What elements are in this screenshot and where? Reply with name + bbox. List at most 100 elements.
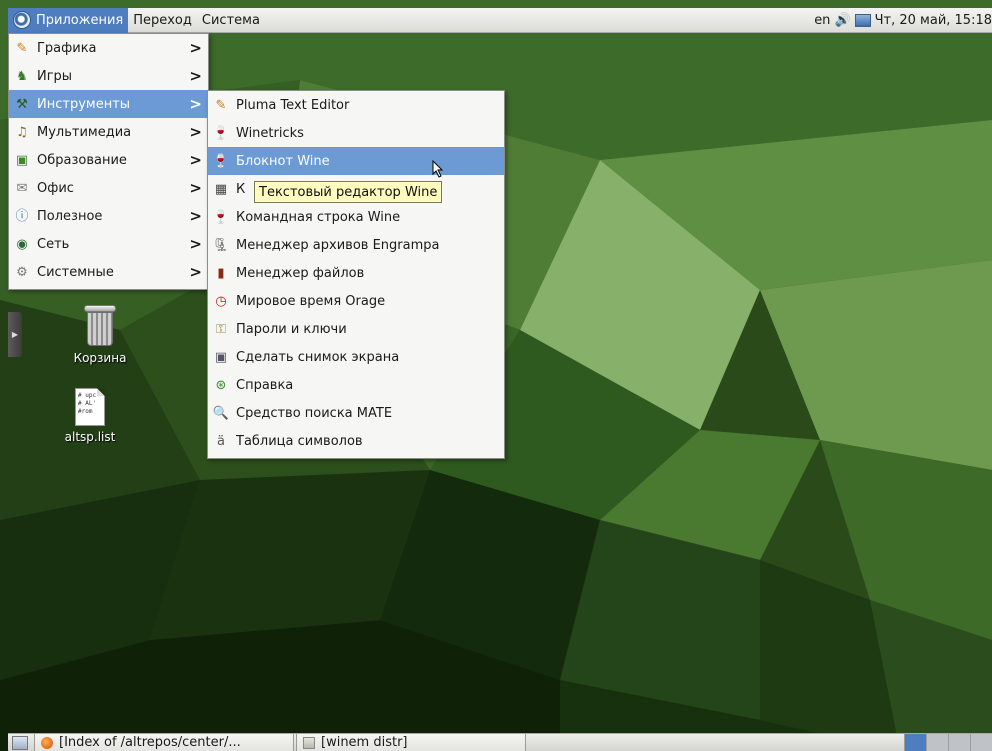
menu-item-label: Образование — [37, 152, 127, 168]
menu-item-label: Системные — [37, 264, 114, 280]
menu-item-label: Сеть — [37, 236, 70, 252]
menu-item-engrampa[interactable]: 🗜 Менеджер архивов Engrampa — [208, 231, 504, 259]
clock[interactable]: Чт, 20 май, 15:18 — [875, 13, 992, 28]
menu-item-network[interactable]: ◉ Сеть > — [9, 230, 208, 258]
applications-menu-button[interactable]: Приложения — [8, 7, 129, 33]
menu-item-office[interactable]: ✉ Офис > — [9, 174, 208, 202]
places-menu-button[interactable]: Переход — [128, 8, 197, 33]
trash-icon — [82, 305, 118, 347]
menu-item-label: Справка — [236, 377, 294, 393]
menu-item-file-manager[interactable]: ▮ Менеджер файлов — [208, 259, 504, 287]
volume-icon[interactable]: 🔊 — [834, 13, 850, 28]
system-menu-button[interactable]: Система — [197, 8, 265, 33]
submenu-arrow-icon: > — [189, 151, 202, 169]
submenu-arrow-icon: > — [189, 207, 202, 225]
taskbar-button-browser[interactable]: [Index of /altrepos/center/... — [34, 733, 294, 751]
menu-item-label: Мировое время Orage — [236, 293, 386, 309]
archive-manager-icon: 🗜 — [212, 237, 230, 253]
world-clock-icon: ◷ — [215, 293, 227, 309]
browser-icon — [41, 736, 53, 749]
menu-item-charmap[interactable]: ä Таблица символов — [208, 427, 504, 455]
side-panel-handle[interactable]: ▶ — [8, 312, 22, 357]
menu-item-label: Игры — [37, 68, 73, 84]
keyboard-layout-indicator[interactable]: en — [814, 13, 830, 28]
menu-item-label: Средство поиска MATE — [236, 405, 393, 421]
menu-item-wine-cmd[interactable]: 🍷 Командная строка Wine — [208, 203, 504, 231]
taskbar-button-label: [winem distr] — [321, 735, 408, 750]
menu-item-keys[interactable]: ⚿ Пароли и ключи — [208, 315, 504, 343]
submenu-arrow-icon: > — [189, 95, 202, 113]
menu-item-label: Менеджер файлов — [236, 265, 365, 281]
submenu-arrow-icon: > — [189, 67, 202, 85]
desktop-icon-file[interactable]: # upc # AL' #rom altsp.list — [50, 388, 130, 444]
workspace-2[interactable] — [926, 734, 948, 751]
office-icon: ✉ — [16, 180, 28, 196]
system-menu-label: Система — [201, 12, 260, 28]
menu-item-multimedia[interactable]: ♫ Мультимедиа > — [9, 118, 208, 146]
education-icon: ▣ — [15, 152, 29, 168]
menu-item-label: Таблица символов — [236, 433, 363, 449]
search-icon: 🔍 — [212, 405, 230, 421]
menu-item-tools[interactable]: ⚒ Инструменты > — [9, 90, 208, 118]
bottom-panel: [Index of /altrepos/center/... [winem di… — [8, 733, 992, 751]
network-icon: ◉ — [16, 236, 28, 252]
menu-item-label: Блокнот Wine — [236, 153, 330, 169]
menu-item-label: Командная строка Wine — [236, 209, 401, 225]
menu-item-wine-notepad[interactable]: 🍷 Блокнот Wine — [208, 147, 504, 175]
submenu-arrow-icon: > — [189, 263, 202, 281]
show-desktop-icon[interactable] — [12, 735, 28, 750]
menu-item-graphics[interactable]: ✎ Графика > — [9, 34, 208, 62]
tools-submenu: ✎ Pluma Text Editor 🍷 Winetricks 🍷 Блокн… — [207, 90, 505, 459]
menu-item-label: Инструменты — [37, 96, 131, 112]
submenu-arrow-icon: > — [189, 179, 202, 197]
menu-item-accessories[interactable]: ⓘ Полезное > — [9, 202, 208, 230]
menu-item-screenshot[interactable]: ▣ Сделать снимок экрана — [208, 343, 504, 371]
places-menu-label: Переход — [133, 12, 192, 28]
menu-item-system[interactable]: ⚙ Системные > — [9, 258, 208, 286]
menu-item-label: Pluma Text Editor — [236, 97, 350, 113]
submenu-arrow-icon: > — [189, 123, 202, 141]
panel-tray: en 🔊 Чт, 20 май, 15:18 — [814, 8, 992, 33]
folder-icon — [303, 736, 315, 749]
keys-icon: ⚿ — [216, 321, 226, 337]
file-manager-icon: ▮ — [217, 265, 225, 281]
charmap-icon: ä — [217, 433, 225, 449]
taskbar-button-folder[interactable]: [winem distr] — [296, 733, 526, 751]
accessories-icon: ⓘ — [15, 208, 29, 224]
tools-icon: ⚒ — [16, 96, 28, 112]
workspace-4[interactable] — [970, 734, 992, 751]
graphics-icon: ✎ — [16, 40, 28, 56]
menu-item-search[interactable]: 🔍 Средство поиска MATE — [208, 399, 504, 427]
desktop-icon-trash[interactable]: Корзина — [60, 305, 140, 365]
menu-item-label: Мультимедиа — [37, 124, 132, 140]
desktop-icon-label: altsp.list — [64, 430, 116, 444]
menu-item-label: Winetricks — [236, 125, 304, 141]
workspace-1[interactable] — [904, 734, 926, 751]
menu-item-help[interactable]: ⊛ Справка — [208, 371, 504, 399]
workspace-switcher — [904, 734, 992, 751]
workspace-3[interactable] — [948, 734, 970, 751]
applications-menu-label: Приложения — [36, 12, 124, 28]
menu-item-label: Пароли и ключи — [236, 321, 347, 337]
help-icon: ⊛ — [215, 377, 227, 393]
expand-arrow-icon: ▶ — [11, 330, 19, 339]
mouse-cursor-icon — [432, 160, 444, 178]
menu-item-games[interactable]: ♞ Игры > — [9, 62, 208, 90]
tooltip: Текстовый редактор Wine — [254, 181, 443, 203]
screenshot-icon: ▣ — [214, 349, 228, 365]
menu-item-education[interactable]: ▣ Образование > — [9, 146, 208, 174]
games-icon: ♞ — [16, 68, 28, 84]
top-panel: Приложения Переход Система en 🔊 Чт, 20 м… — [8, 7, 992, 33]
menu-item-orage[interactable]: ◷ Мировое время Orage — [208, 287, 504, 315]
calculator-icon: ▦ — [214, 181, 228, 197]
menu-item-winetricks[interactable]: 🍷 Winetricks — [208, 119, 504, 147]
system-icon: ⚙ — [16, 264, 28, 280]
wine-cmd-icon: 🍷 — [212, 209, 230, 225]
menu-item-label: К — [236, 181, 246, 197]
menu-item-label: Офис — [37, 180, 74, 196]
submenu-arrow-icon: > — [189, 235, 202, 253]
menu-item-label: Полезное — [37, 208, 103, 224]
taskbar-button-label: [Index of /altrepos/center/... — [59, 735, 241, 750]
menu-item-pluma[interactable]: ✎ Pluma Text Editor — [208, 91, 504, 119]
network-icon[interactable] — [854, 14, 871, 27]
